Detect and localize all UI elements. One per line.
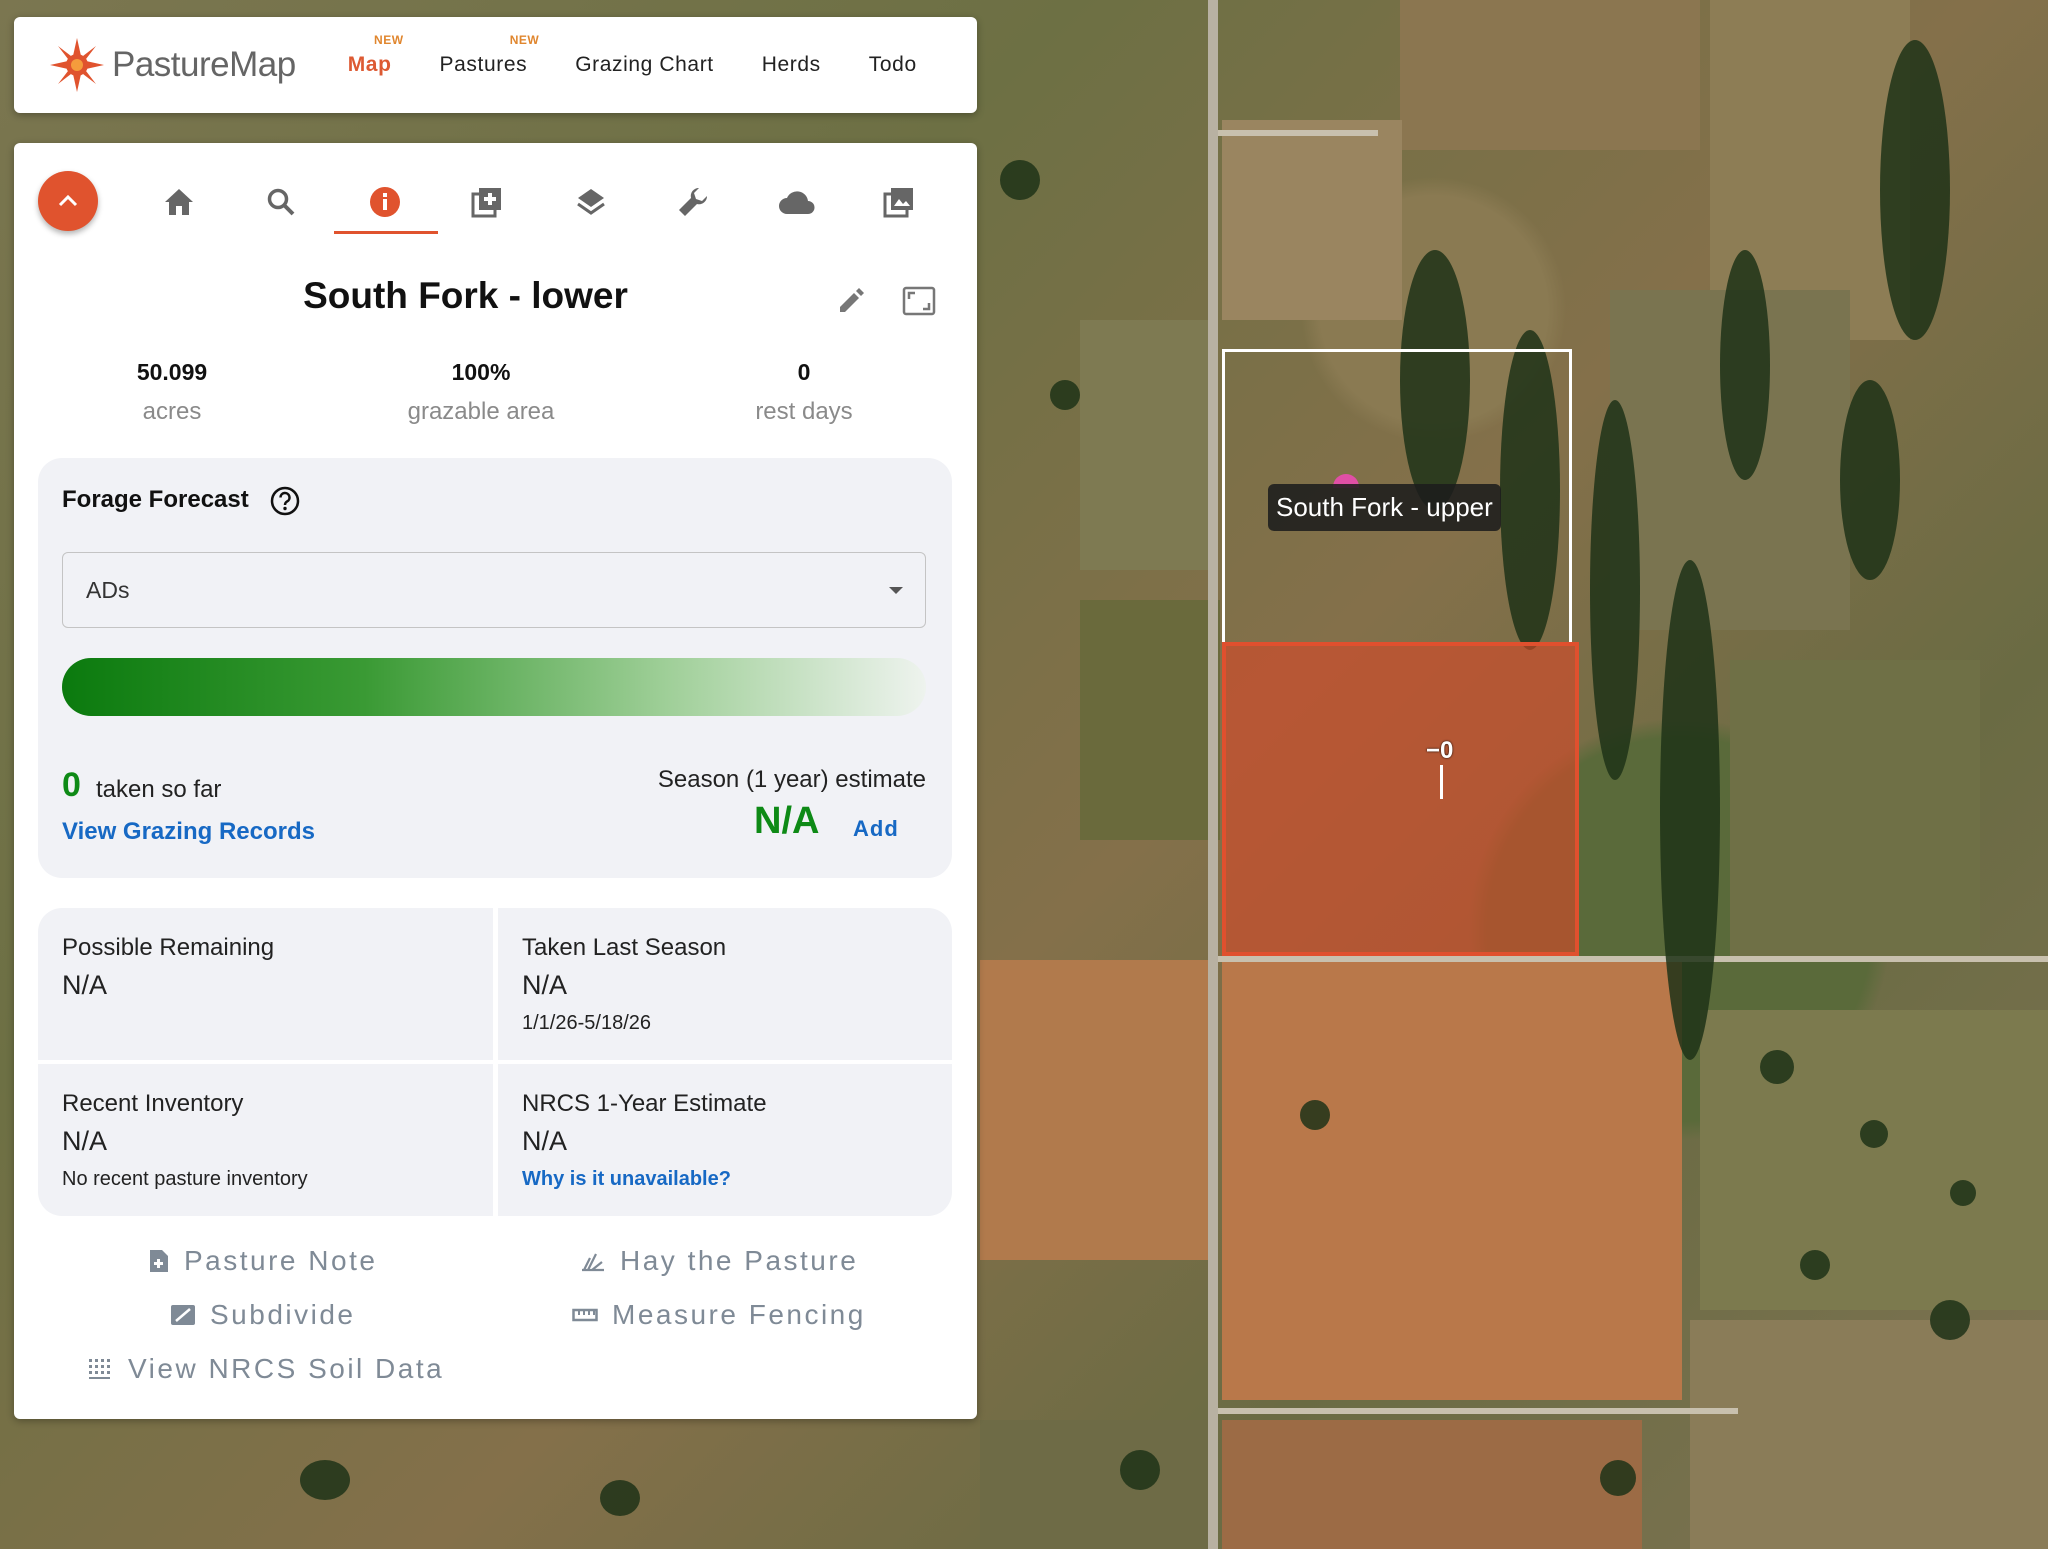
chevron-up-icon	[58, 194, 78, 207]
stat-label: grazable area	[407, 398, 555, 425]
taken-last-season-cell: Taken Last Season N/A 1/1/26-5/18/26	[498, 908, 952, 1060]
new-badge: NEW	[509, 33, 540, 47]
forage-forecast-card: Forage Forecast ADs 0 taken so far View …	[38, 458, 952, 878]
wrench-icon[interactable]	[674, 183, 712, 221]
season-estimate-label: Season (1 year) estimate	[657, 766, 926, 793]
subdivide-button[interactable]: Subdivide	[170, 1299, 355, 1331]
app-name: PastureMap	[112, 45, 296, 84]
nav-grazing-chart[interactable]: Grazing Chart	[575, 53, 714, 77]
sun-logo-icon	[48, 36, 106, 94]
nav-herds-label: Herds	[761, 53, 821, 76]
stat-acres: 50.099 acres	[42, 359, 302, 426]
grid-dots-icon	[88, 1358, 114, 1380]
home-icon[interactable]	[160, 183, 198, 221]
pasture-info-panel: South Fork - lower 50.099 acres 100% gra…	[14, 143, 977, 1419]
taken-so-far-label: taken so far	[96, 776, 222, 803]
subdivide-icon	[170, 1303, 196, 1327]
nav-todo-label: Todo	[868, 53, 917, 76]
herd-marker[interactable]: −0	[1426, 737, 1453, 799]
add-layer-icon[interactable]	[468, 183, 506, 221]
nav-todo[interactable]: Todo	[869, 53, 917, 77]
edit-pasture-button[interactable]	[836, 286, 866, 321]
forage-unit-value: ADs	[86, 576, 130, 603]
app-logo[interactable]: PastureMap	[48, 36, 296, 94]
possible-remaining-cell: Possible Remaining N/A	[38, 908, 493, 1060]
fullscreen-button[interactable]	[902, 286, 936, 321]
nav-map[interactable]: NEW Map	[347, 33, 403, 77]
hay-icon	[580, 1248, 606, 1274]
taken-last-season-range: 1/1/26-5/18/26	[522, 1012, 651, 1034]
pasture-title: South Fork - lower	[303, 275, 628, 316]
pasture-polygon-south-fork-lower[interactable]	[1222, 642, 1579, 956]
top-navigation: PastureMap NEW Map NEW Pastures Grazing …	[14, 17, 977, 113]
possible-remaining-label: Possible Remaining	[62, 934, 275, 961]
stat-value: 0	[797, 359, 811, 385]
nav-map-label: Map	[347, 53, 392, 76]
stat-value: 50.099	[136, 359, 208, 385]
photos-icon[interactable]	[880, 183, 918, 221]
view-nrcs-soil-data-button[interactable]: View NRCS Soil Data	[88, 1353, 444, 1385]
pasture-note-button[interactable]: Pasture Note	[148, 1245, 377, 1277]
collapse-panel-button[interactable]	[38, 171, 98, 231]
forage-forecast-title: Forage Forecast	[62, 486, 249, 513]
layers-icon[interactable]	[572, 183, 610, 221]
season-estimate-value: N/A	[754, 800, 820, 842]
dropdown-arrow-icon	[889, 587, 903, 594]
subdivide-label: Subdivide	[210, 1299, 356, 1330]
nrcs-estimate-value: N/A	[522, 1126, 568, 1156]
recent-inventory-value: N/A	[62, 1126, 108, 1156]
ruler-icon	[572, 1307, 598, 1323]
stat-label: acres	[142, 398, 202, 425]
herd-marker-stem	[1440, 765, 1443, 799]
nav-herds[interactable]: Herds	[762, 53, 821, 77]
taken-last-season-label: Taken Last Season	[522, 934, 727, 961]
hay-the-pasture-label: Hay the Pasture	[620, 1245, 859, 1276]
cloud-icon[interactable]	[778, 183, 816, 221]
measure-fencing-button[interactable]: Measure Fencing	[572, 1299, 866, 1331]
nav-grazing-chart-label: Grazing Chart	[575, 53, 714, 76]
stat-value: 100%	[451, 359, 511, 385]
nrcs-estimate-label: NRCS 1-Year Estimate	[522, 1090, 767, 1117]
possible-remaining-value: N/A	[62, 970, 108, 1000]
herd-marker-count: 0	[1440, 737, 1454, 764]
view-grazing-records-link[interactable]: View Grazing Records	[62, 818, 315, 846]
nav-pastures-label: Pastures	[439, 53, 528, 76]
help-icon[interactable]	[270, 486, 300, 521]
note-icon	[148, 1248, 170, 1274]
pasture-note-label: Pasture Note	[184, 1245, 378, 1276]
why-unavailable-link[interactable]: Why is it unavailable?	[522, 1168, 731, 1191]
hay-the-pasture-button[interactable]: Hay the Pasture	[580, 1245, 858, 1277]
view-nrcs-soil-data-label: View NRCS Soil Data	[128, 1353, 445, 1384]
taken-last-season-value: N/A	[522, 970, 568, 1000]
nav-pastures[interactable]: NEW Pastures	[439, 33, 539, 77]
info-icon[interactable]	[366, 183, 404, 221]
recent-inventory-note: No recent pasture inventory	[62, 1168, 308, 1190]
forage-forecast-bar	[62, 658, 926, 716]
pasture-label-south-fork-upper[interactable]: South Fork - upper	[1268, 484, 1501, 531]
search-icon[interactable]	[262, 183, 300, 221]
recent-inventory-label: Recent Inventory	[62, 1090, 244, 1117]
add-estimate-link[interactable]: Add	[853, 816, 899, 842]
measure-fencing-label: Measure Fencing	[612, 1299, 866, 1330]
nrcs-estimate-cell: NRCS 1-Year Estimate N/A Why is it unava…	[498, 1064, 952, 1216]
stat-rest-days: 0 rest days	[674, 359, 934, 426]
pencil-icon	[840, 288, 864, 312]
taken-so-far-value: 0	[62, 766, 81, 804]
active-tab-indicator	[334, 231, 438, 234]
forage-unit-select[interactable]: ADs	[62, 552, 926, 628]
stat-label: rest days	[755, 398, 853, 425]
new-badge: NEW	[374, 33, 404, 47]
recent-inventory-cell: Recent Inventory N/A No recent pasture i…	[38, 1064, 493, 1216]
expand-icon	[902, 286, 936, 316]
stat-grazable-area: 100% grazable area	[351, 359, 611, 426]
